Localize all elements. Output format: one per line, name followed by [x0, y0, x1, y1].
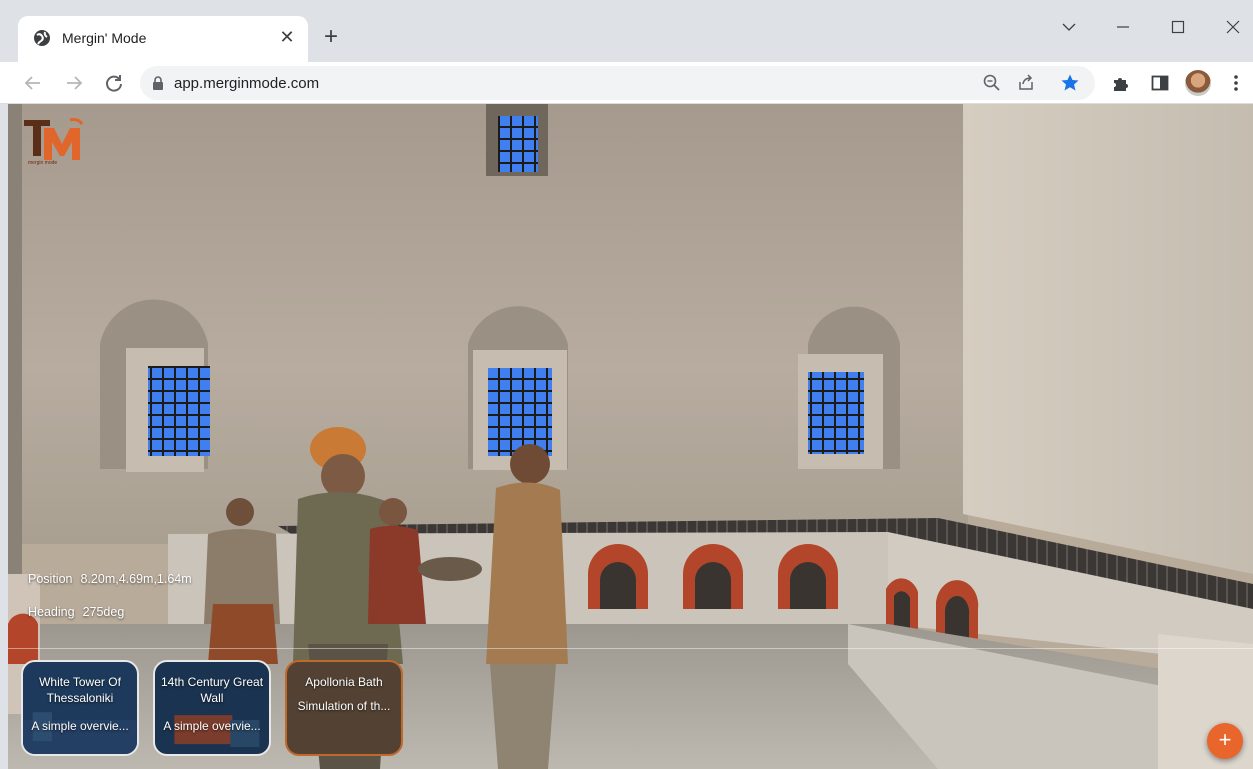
browser-tab[interactable]: Mergin' Mode ✕ — [18, 16, 308, 62]
address-bar[interactable]: app.merginmode.com — [140, 66, 1095, 100]
scene-viewport[interactable]: mergin mode Position 8.20m,4.69m,1.64m He… — [8, 104, 1253, 769]
tour-card-description: A simple overvie... — [163, 719, 261, 733]
merginmode-logo[interactable]: mergin mode — [20, 116, 90, 166]
browser-toolbar: app.merginmode.com — [0, 62, 1253, 104]
kebab-menu-icon[interactable] — [1226, 73, 1246, 93]
tab-close-button[interactable]: ✕ — [276, 26, 298, 48]
close-window-icon[interactable] — [1218, 12, 1248, 42]
tour-card[interactable]: White Tower Of Thessaloniki A simple ove… — [21, 660, 139, 756]
arched-window-right — [798, 306, 900, 469]
arched-window-center — [468, 306, 568, 470]
tour-card-description: Simulation of th... — [297, 699, 391, 713]
tour-card-title: 14th Century Great Wall — [160, 675, 264, 705]
forward-arrow-icon[interactable] — [61, 70, 87, 96]
tab-search-chevron-icon[interactable] — [1054, 12, 1084, 42]
new-tab-button[interactable]: + — [320, 25, 342, 49]
minimize-icon[interactable] — [1108, 12, 1138, 42]
tab-title: Mergin' Mode — [62, 30, 147, 46]
heading-label: Heading — [28, 605, 75, 619]
url-text[interactable]: app.merginmode.com — [174, 75, 319, 92]
share-icon[interactable] — [1016, 73, 1036, 93]
add-fab-button[interactable]: + — [1207, 723, 1243, 759]
lock-icon[interactable] — [152, 76, 164, 90]
position-value: 8.20m,4.69m,1.64m — [80, 572, 192, 586]
maximize-icon[interactable] — [1163, 12, 1193, 42]
profile-avatar[interactable] — [1185, 70, 1211, 96]
position-readout: Position 8.20m,4.69m,1.64m — [28, 572, 192, 586]
side-panel-icon[interactable] — [1150, 73, 1170, 93]
bookmark-star-icon[interactable] — [1060, 73, 1080, 93]
tour-card-title: Apollonia Bath — [305, 675, 383, 689]
tour-card-description: A simple overvie... — [31, 719, 129, 733]
zoom-out-icon[interactable] — [982, 73, 1002, 93]
heading-readout: Heading 275deg — [28, 605, 124, 619]
tour-card[interactable]: Apollonia Bath Simulation of th... — [285, 660, 403, 756]
back-arrow-icon[interactable] — [20, 70, 46, 96]
heading-value: 275deg — [82, 605, 125, 619]
globe-icon — [34, 30, 50, 46]
reload-icon[interactable] — [101, 70, 127, 96]
extensions-puzzle-icon[interactable] — [1111, 73, 1131, 93]
tour-card[interactable]: 14th Century Great Wall A simple overvie… — [153, 660, 271, 756]
position-label: Position — [28, 572, 73, 586]
logo-subtext: mergin mode — [28, 160, 57, 166]
browser-title-bar: Mergin' Mode ✕ + — [0, 0, 1253, 62]
arched-window-left — [100, 299, 210, 472]
hud-divider — [8, 648, 1253, 649]
tour-card-title: White Tower Of Thessaloniki — [39, 675, 121, 705]
